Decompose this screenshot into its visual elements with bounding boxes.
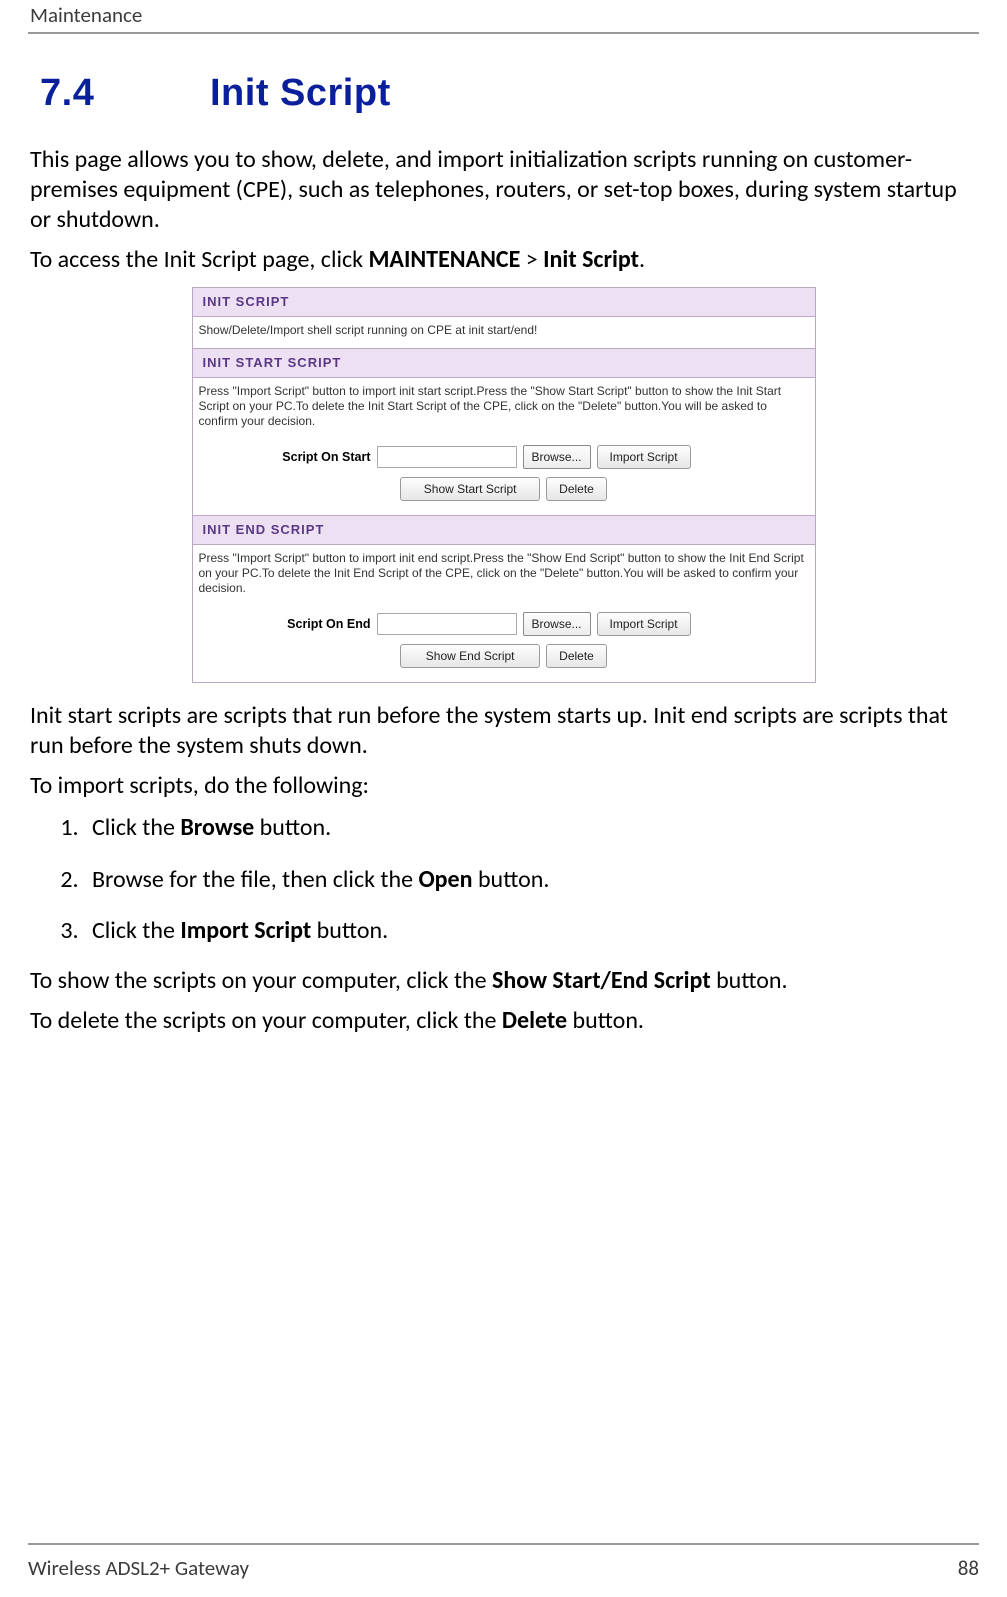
panel-desc-init-end: Press "Import Script" button to import i… [193,545,815,606]
intro2-sep: > [520,245,543,274]
step-1: Click the Browse button. [84,811,977,845]
delete-start-button[interactable]: Delete [546,477,607,501]
intro-paragraph-1: This page allows you to show, delete, an… [30,145,977,235]
file-input-end[interactable] [377,613,517,635]
label-script-on-start: Script On Start [201,450,371,464]
panel-desc-init-start: Press "Import Script" button to import i… [193,378,815,439]
browse-button-end[interactable]: Browse... [523,612,591,636]
step-3: Click the Import Script button. [84,914,977,948]
intro2-prefix: To access the Init Script page, click [30,245,368,274]
show-start-script-button[interactable]: Show Start Script [400,477,540,501]
after-paragraph-1: Init start scripts are scripts that run … [30,701,977,761]
footer-page-number: 88 [958,1555,979,1581]
delete-instruction: To delete the scripts on your computer, … [30,1006,977,1036]
import-steps-list: Click the Browse button. Browse for the … [54,811,977,948]
page-header-section: Maintenance [30,2,142,28]
browse-button-start[interactable]: Browse... [523,445,591,469]
delete-end-button[interactable]: Delete [546,644,607,668]
footer-product: Wireless ADSL2+ Gateway [28,1555,249,1581]
heading-number: 7.4 [40,72,210,115]
step-2: Browse for the file, then click the Open… [84,863,977,897]
file-input-start[interactable] [377,446,517,468]
label-script-on-end: Script On End [201,617,371,631]
intro2-maintenance: MAINTENANCE [368,245,520,274]
intro2-suffix: . [639,245,645,274]
intro-paragraph-2: To access the Init Script page, click MA… [30,245,977,275]
after-paragraph-2: To import scripts, do the following: [30,771,977,801]
panel-title-init-end: INIT END SCRIPT [193,516,815,545]
panel-title-init-script: INIT SCRIPT [193,288,815,317]
heading-title: Init Script [210,72,391,114]
show-instruction: To show the scripts on your computer, cl… [30,966,977,996]
import-script-button-start[interactable]: Import Script [597,445,691,469]
panel-desc-init-script: Show/Delete/Import shell script running … [193,317,815,348]
import-script-button-end[interactable]: Import Script [597,612,691,636]
panel-title-init-start: INIT START SCRIPT [193,349,815,378]
section-heading: 7.4Init Script [40,72,977,115]
show-end-script-button[interactable]: Show End Script [400,644,540,668]
init-script-panel: INIT SCRIPT Show/Delete/Import shell scr… [192,287,816,683]
intro2-initscript: Init Script [543,245,639,274]
